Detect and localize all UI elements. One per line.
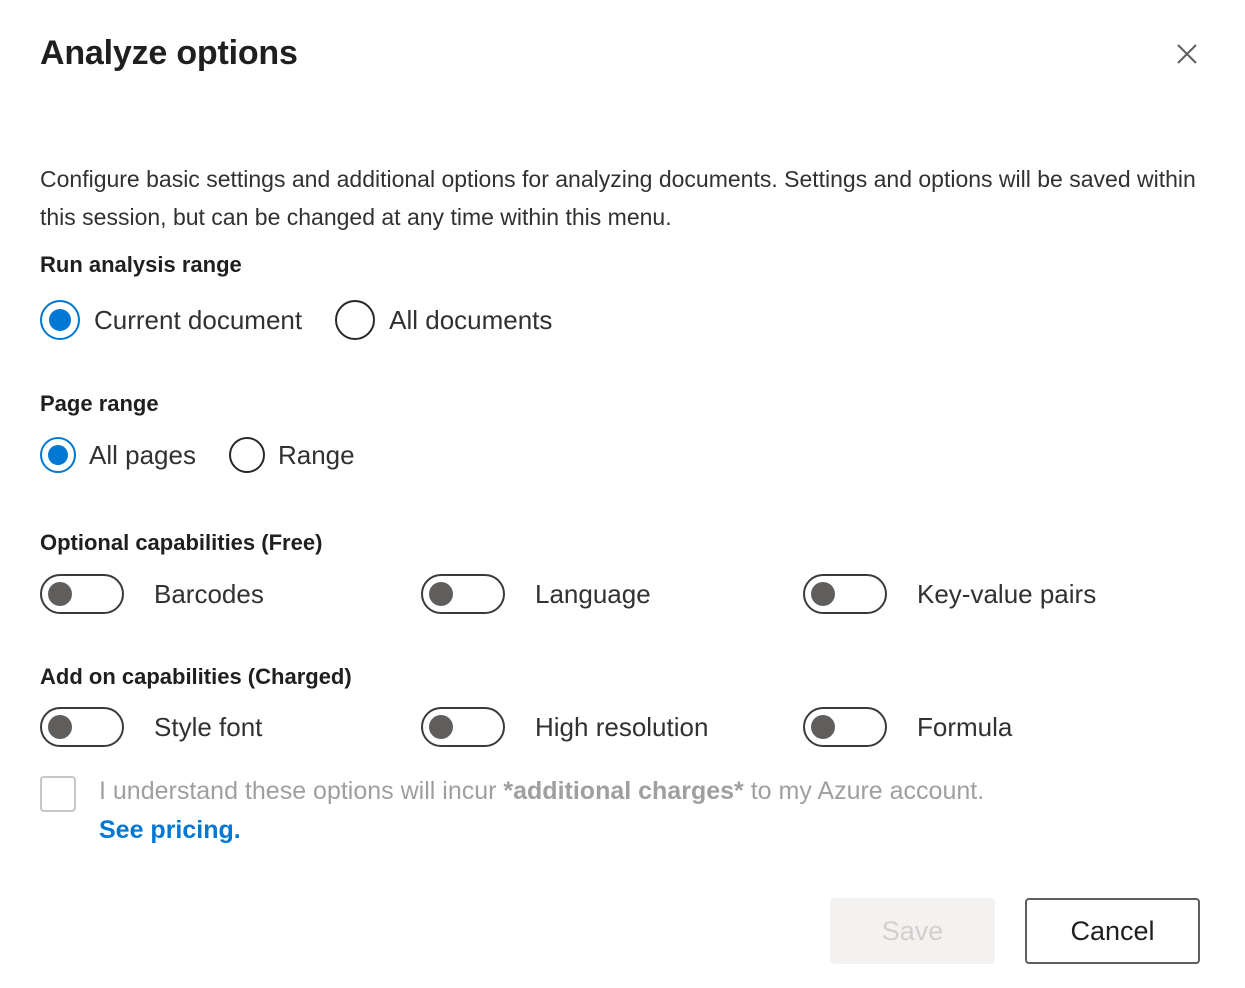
- radio-label: Current document: [94, 305, 302, 335]
- toggle-label: Key-value pairs: [917, 579, 1096, 609]
- toggle-switch-off-icon: [40, 707, 124, 747]
- radio-all-pages[interactable]: All pages: [40, 437, 196, 473]
- dialog-header: Analyze options: [40, 30, 1209, 86]
- toggle-style-font[interactable]: Style font: [40, 705, 262, 749]
- toggle-switch-off-icon: [803, 707, 887, 747]
- radio-range[interactable]: Range: [229, 437, 355, 473]
- radio-group-run-analysis-range: Current document All documents: [40, 300, 552, 340]
- section-heading-page-range: Page range: [40, 389, 159, 419]
- cancel-button[interactable]: Cancel: [1025, 898, 1200, 964]
- radio-indicator-unselected-icon: [335, 300, 375, 340]
- radio-current-document[interactable]: Current document: [40, 300, 302, 340]
- toggle-label: Formula: [917, 712, 1012, 742]
- section-heading-run-analysis-range: Run analysis range: [40, 250, 242, 280]
- radio-indicator-selected-icon: [40, 437, 76, 473]
- close-button[interactable]: [1165, 32, 1209, 76]
- toggle-switch-off-icon: [40, 574, 124, 614]
- section-heading-addon-capabilities: Add on capabilities (Charged): [40, 662, 352, 692]
- radio-group-page-range: All pages Range: [40, 437, 355, 473]
- dialog-description: Configure basic settings and additional …: [40, 160, 1200, 236]
- toggle-language[interactable]: Language: [421, 572, 651, 616]
- consent-row: I understand these options will incur *a…: [40, 772, 1200, 849]
- page-title: Analyze options: [40, 30, 1209, 76]
- see-pricing-link[interactable]: See pricing.: [99, 811, 241, 849]
- consent-label: I understand these options will incur *a…: [99, 772, 984, 810]
- checkbox-additional-charges[interactable]: [40, 776, 76, 812]
- toggle-key-value-pairs[interactable]: Key-value pairs: [803, 572, 1096, 616]
- toggle-label: Barcodes: [154, 579, 264, 609]
- radio-label: All pages: [89, 440, 196, 470]
- save-button[interactable]: Save: [830, 898, 995, 964]
- section-heading-optional-capabilities: Optional capabilities (Free): [40, 528, 322, 558]
- toggle-group-addon-capabilities: Style font High resolution Formula: [40, 705, 1200, 749]
- consent-text-after: to my Azure account.: [744, 777, 984, 805]
- toggle-formula[interactable]: Formula: [803, 705, 1012, 749]
- consent-text-emphasis: *additional charges*: [503, 777, 743, 805]
- toggle-label: High resolution: [535, 712, 708, 742]
- radio-indicator-unselected-icon: [229, 437, 265, 473]
- consent-text-before: I understand these options will incur: [99, 777, 503, 805]
- toggle-barcodes[interactable]: Barcodes: [40, 572, 264, 616]
- radio-label: Range: [278, 440, 355, 470]
- consent-text-block: I understand these options will incur *a…: [99, 772, 984, 849]
- radio-all-documents[interactable]: All documents: [335, 300, 552, 340]
- analyze-options-dialog: Analyze options Configure basic settings…: [0, 0, 1245, 988]
- toggle-switch-off-icon: [421, 574, 505, 614]
- toggle-label: Style font: [154, 712, 262, 742]
- toggle-switch-off-icon: [421, 707, 505, 747]
- toggle-high-resolution[interactable]: High resolution: [421, 705, 708, 749]
- dialog-footer: Save Cancel: [40, 898, 1200, 964]
- radio-label: All documents: [389, 305, 552, 335]
- close-icon: [1172, 39, 1202, 69]
- toggle-group-optional-capabilities: Barcodes Language Key-value pairs: [40, 572, 1200, 616]
- toggle-label: Language: [535, 579, 651, 609]
- radio-indicator-selected-icon: [40, 300, 80, 340]
- toggle-switch-off-icon: [803, 574, 887, 614]
